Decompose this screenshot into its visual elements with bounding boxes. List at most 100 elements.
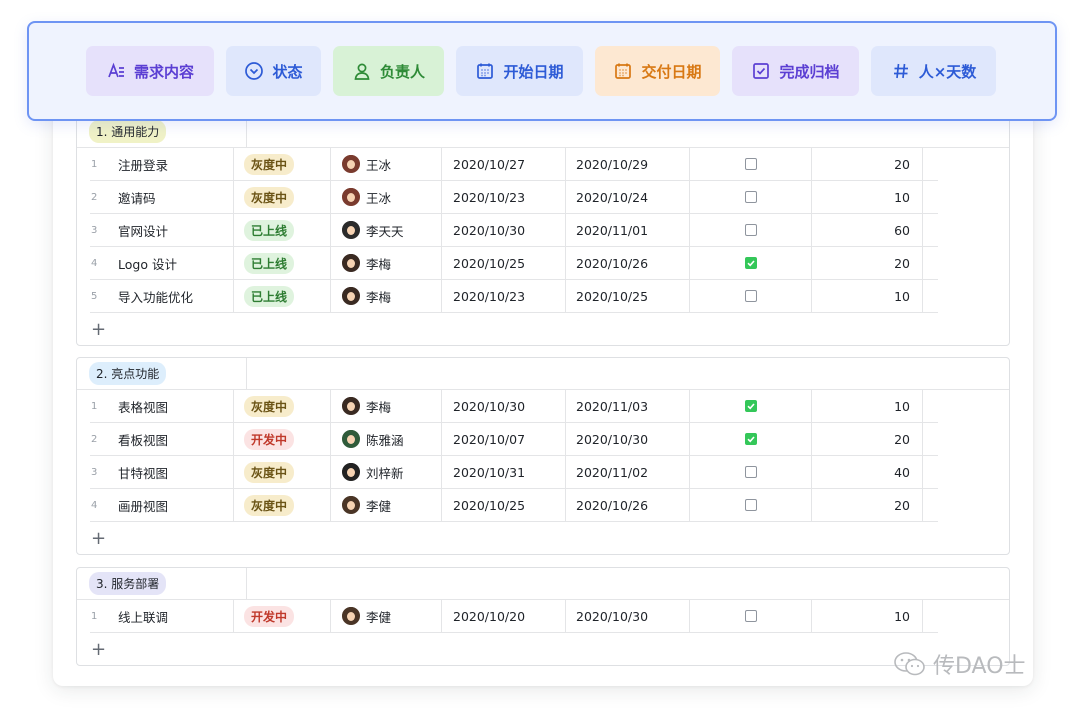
done-cell — [690, 247, 812, 279]
days-cell[interactable]: 10 — [812, 181, 923, 213]
owner-cell[interactable]: 李梅 — [331, 390, 442, 422]
table-row[interactable]: 1 注册登录 灰度中 王冰 2020/10/27 2020/10/29 20 — [90, 148, 938, 181]
start-date-cell[interactable]: 2020/10/23 — [442, 181, 566, 213]
done-checkbox[interactable] — [744, 466, 757, 478]
status-cell[interactable]: 已上线 — [234, 247, 331, 279]
group-header[interactable]: 2. 亮点功能 — [77, 358, 1009, 390]
requirement-name: 导入功能优化 — [118, 289, 194, 305]
add-record-button[interactable]: + — [77, 522, 1009, 554]
done-checkbox[interactable] — [744, 400, 757, 412]
delivery-date-cell[interactable]: 2020/11/02 — [566, 456, 690, 488]
days-cell[interactable]: 20 — [812, 489, 923, 521]
name-cell[interactable]: 1 线上联调 — [90, 600, 234, 632]
name-cell[interactable]: 1 表格视图 — [90, 390, 234, 422]
group-header[interactable]: 3. 服务部署 — [77, 568, 1009, 600]
name-cell[interactable]: 5 导入功能优化 — [90, 280, 234, 312]
owner-cell[interactable]: 李天天 — [331, 214, 442, 246]
field-chip[interactable]: 完成归档 — [732, 46, 859, 96]
delivery-date-cell[interactable]: 2020/11/01 — [566, 214, 690, 246]
owner-cell[interactable]: 李梅 — [331, 280, 442, 312]
done-checkbox[interactable] — [744, 290, 757, 302]
table-row[interactable]: 5 导入功能优化 已上线 李梅 2020/10/23 2020/10/25 10 — [90, 280, 938, 313]
table-row[interactable]: 4 Logo 设计 已上线 李梅 2020/10/25 2020/10/26 20 — [90, 247, 938, 280]
days-cell[interactable]: 10 — [812, 390, 923, 422]
days-cell[interactable]: 40 — [812, 456, 923, 488]
table-row[interactable]: 1 线上联调 开发中 李健 2020/10/20 2020/10/30 10 — [90, 600, 938, 633]
field-chip-label: 状态 — [272, 62, 303, 81]
start-date-cell[interactable]: 2020/10/25 — [442, 489, 566, 521]
name-cell[interactable]: 3 甘特视图 — [90, 456, 234, 488]
status-cell[interactable]: 灰度中 — [234, 181, 331, 213]
start-date-cell[interactable]: 2020/10/31 — [442, 456, 566, 488]
field-chip[interactable]: 状态 — [226, 46, 321, 96]
done-checkbox[interactable] — [744, 610, 757, 622]
done-checkbox[interactable] — [744, 433, 757, 445]
start-date-cell[interactable]: 2020/10/23 — [442, 280, 566, 312]
status-cell[interactable]: 开发中 — [234, 600, 331, 632]
name-cell[interactable]: 1 注册登录 — [90, 148, 234, 180]
owner-name: 李梅 — [366, 399, 392, 415]
start-date-cell[interactable]: 2020/10/20 — [442, 600, 566, 632]
name-cell[interactable]: 4 画册视图 — [90, 489, 234, 521]
name-cell[interactable]: 3 官网设计 — [90, 214, 234, 246]
delivery-date-cell[interactable]: 2020/10/26 — [566, 247, 690, 279]
field-chip[interactable]: 需求内容 — [86, 46, 214, 96]
delivery-date-cell[interactable]: 2020/10/29 — [566, 148, 690, 180]
delivery-date-cell[interactable]: 2020/11/03 — [566, 390, 690, 422]
calendar-icon — [613, 61, 633, 81]
status-cell[interactable]: 灰度中 — [234, 390, 331, 422]
done-checkbox[interactable] — [744, 257, 757, 269]
add-record-button[interactable]: + — [77, 313, 1009, 345]
start-date-cell[interactable]: 2020/10/07 — [442, 423, 566, 455]
row-number: 5 — [91, 290, 98, 302]
table-row[interactable]: 3 官网设计 已上线 李天天 2020/10/30 2020/11/01 60 — [90, 214, 938, 247]
field-chip[interactable]: 人×天数 — [871, 46, 996, 96]
done-checkbox[interactable] — [744, 158, 757, 170]
done-checkbox[interactable] — [744, 499, 757, 511]
done-checkbox[interactable] — [744, 191, 757, 203]
start-date-cell[interactable]: 2020/10/25 — [442, 247, 566, 279]
status-cell[interactable]: 灰度中 — [234, 456, 331, 488]
table-row[interactable]: 1 表格视图 灰度中 李梅 2020/10/30 2020/11/03 10 — [90, 390, 938, 423]
days-cell[interactable]: 60 — [812, 214, 923, 246]
owner-cell[interactable]: 李健 — [331, 489, 442, 521]
owner-cell[interactable]: 刘梓新 — [331, 456, 442, 488]
name-cell[interactable]: 2 邀请码 — [90, 181, 234, 213]
days-cell[interactable]: 10 — [812, 280, 923, 312]
name-cell[interactable]: 4 Logo 设计 — [90, 247, 234, 279]
start-date-cell[interactable]: 2020/10/27 — [442, 148, 566, 180]
start-date-cell[interactable]: 2020/10/30 — [442, 214, 566, 246]
status-cell[interactable]: 已上线 — [234, 214, 331, 246]
delivery-date-cell[interactable]: 2020/10/30 — [566, 423, 690, 455]
days-cell[interactable]: 10 — [812, 600, 923, 632]
delivery-date-cell[interactable]: 2020/10/24 — [566, 181, 690, 213]
field-chip[interactable]: 交付日期 — [595, 46, 720, 96]
table-row[interactable]: 3 甘特视图 灰度中 刘梓新 2020/10/31 2020/11/02 40 — [90, 456, 938, 489]
delivery-date-cell[interactable]: 2020/10/30 — [566, 600, 690, 632]
field-chip[interactable]: 开始日期 — [456, 46, 583, 96]
status-cell[interactable]: 已上线 — [234, 280, 331, 312]
status-cell[interactable]: 开发中 — [234, 423, 331, 455]
name-cell[interactable]: 2 看板视图 — [90, 423, 234, 455]
owner-cell[interactable]: 王冰 — [331, 181, 442, 213]
owner-cell[interactable]: 李健 — [331, 600, 442, 632]
delivery-date-cell[interactable]: 2020/10/26 — [566, 489, 690, 521]
owner-cell[interactable]: 陈雅涵 — [331, 423, 442, 455]
owner-name: 李健 — [366, 498, 392, 514]
days-cell[interactable]: 20 — [812, 423, 923, 455]
start-date-cell[interactable]: 2020/10/30 — [442, 390, 566, 422]
table-row[interactable]: 2 邀请码 灰度中 王冰 2020/10/23 2020/10/24 10 — [90, 181, 938, 214]
table-row[interactable]: 2 看板视图 开发中 陈雅涵 2020/10/07 2020/10/30 20 — [90, 423, 938, 456]
table-row[interactable]: 4 画册视图 灰度中 李健 2020/10/25 2020/10/26 20 — [90, 489, 938, 522]
field-chip[interactable]: 负责人 — [333, 46, 444, 96]
days-cell[interactable]: 20 — [812, 148, 923, 180]
status-cell[interactable]: 灰度中 — [234, 148, 331, 180]
owner-name: 王冰 — [366, 157, 392, 173]
done-checkbox[interactable] — [744, 224, 757, 236]
add-record-button[interactable]: + — [77, 633, 1009, 665]
owner-cell[interactable]: 李梅 — [331, 247, 442, 279]
owner-cell[interactable]: 王冰 — [331, 148, 442, 180]
days-cell[interactable]: 20 — [812, 247, 923, 279]
status-cell[interactable]: 灰度中 — [234, 489, 331, 521]
delivery-date-cell[interactable]: 2020/10/25 — [566, 280, 690, 312]
